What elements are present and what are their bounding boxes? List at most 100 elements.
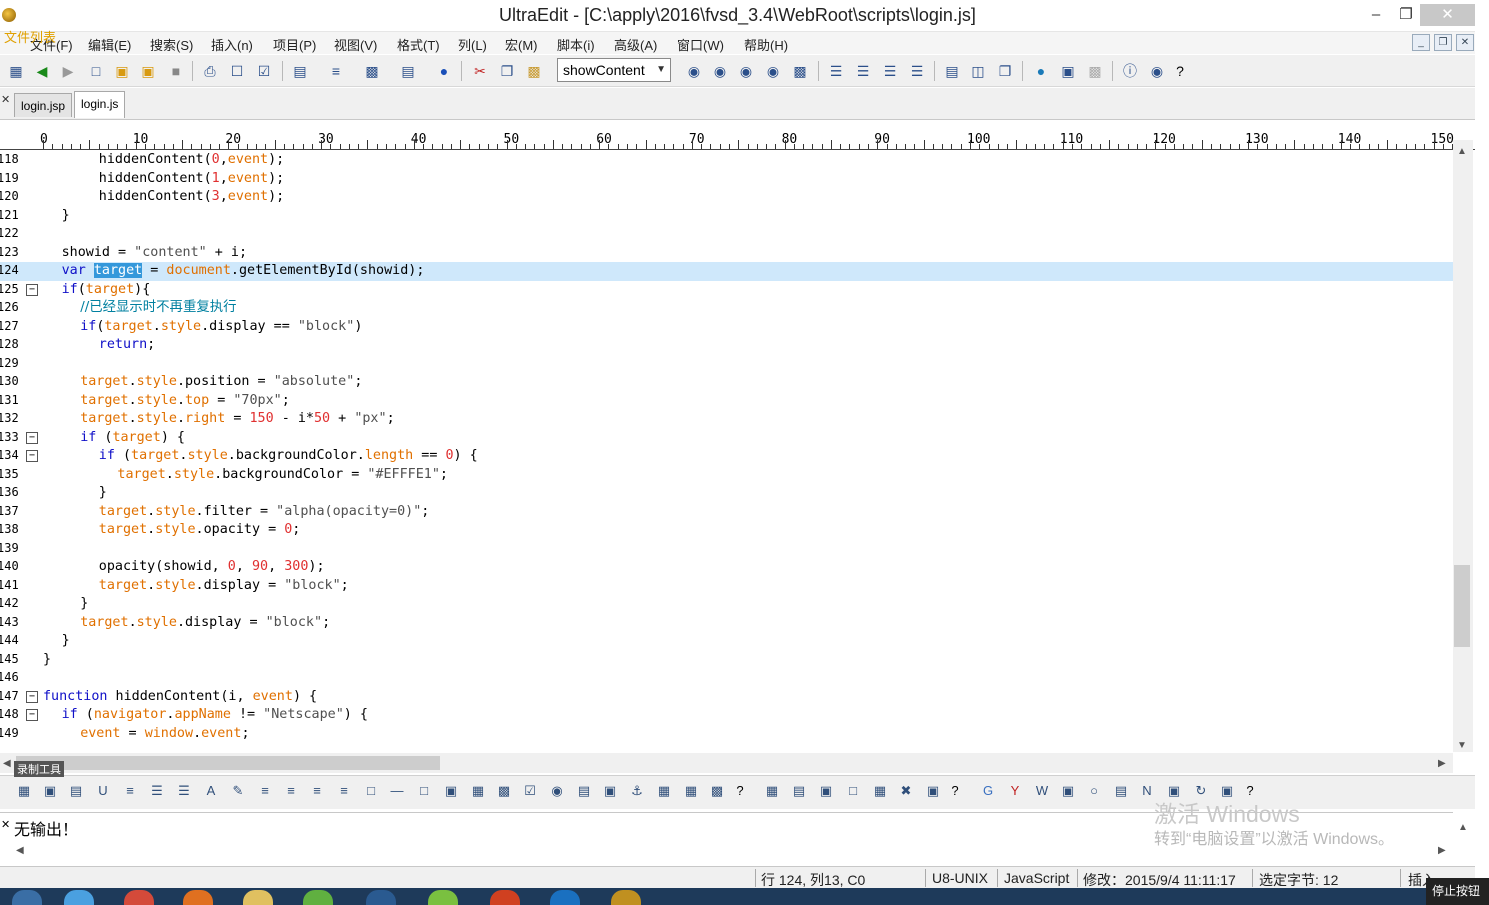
html-toolbar-icon[interactable]: W [1032,781,1052,801]
html-toolbar-icon[interactable]: ▩ [707,781,727,801]
html-toolbar-icon[interactable]: ▤ [789,781,809,801]
html-toolbar-icon[interactable]: ≡ [281,781,301,801]
html-toolbar-icon[interactable]: — [387,781,407,801]
code-text[interactable]: function hiddenContent(i, event) { [43,688,317,707]
restore-icon[interactable]: ❐ [1392,4,1420,26]
cut-icon[interactable]: ✂ [470,61,490,81]
stop-recording-button[interactable]: 停止按钮 [1426,878,1489,905]
code-text[interactable]: } [43,651,51,670]
code-text[interactable]: showid = "content" + i; [62,244,247,263]
tab-login-js[interactable]: login.js [74,91,126,118]
html-toolbar-icon[interactable]: ▣ [441,781,461,801]
split-vertical-icon[interactable]: ◫ [968,61,988,81]
code-line[interactable]: 127 if(target.style.display == "block") [0,318,1453,337]
open-folder-icon[interactable]: ▣ [138,61,158,81]
code-line[interactable]: 123 showid = "content" + i; [0,244,1453,263]
scroll-right-icon[interactable]: ▶ [1438,758,1446,769]
code-line[interactable]: 138 target.style.opacity = 0; [0,521,1453,540]
paste-icon[interactable]: ▩ [524,61,544,81]
hex-mode-icon[interactable]: ▩ [362,61,382,81]
html-toolbar-icon[interactable]: ▣ [816,781,836,801]
scroll-up-icon[interactable]: ▲ [1457,146,1467,157]
update-icon[interactable]: ◉ [1147,61,1167,81]
menu-edit[interactable]: 编辑(E) [88,35,131,54]
find-prev-icon[interactable]: ◉ [736,61,756,81]
html-toolbar-icon[interactable]: ≡ [334,781,354,801]
find-next-icon[interactable]: ◉ [710,61,730,81]
taskbar-ultraedit-icon[interactable] [611,890,641,905]
html-toolbar-icon[interactable]: ▦ [654,781,674,801]
code-text[interactable]: } [99,484,107,503]
code-line[interactable]: 133− if (target) { [0,429,1453,448]
back-icon[interactable]: ◀ [32,61,52,81]
browser-icon[interactable]: ● [1031,61,1051,81]
output-scroll-left-icon[interactable]: ◀ [16,845,24,856]
taskbar-explorer-icon[interactable] [243,890,273,905]
code-editor[interactable]: 118 hiddenContent(0,event); 119 hiddenConte… [0,151,1453,753]
tab-close-icon[interactable]: ✕ [1,93,10,106]
html-toolbar-icon[interactable]: □ [414,781,434,801]
html-toolbar-icon[interactable]: □ [843,781,863,801]
html-toolbar-icon[interactable]: ▦ [762,781,782,801]
html-toolbar-icon[interactable]: ▦ [14,781,34,801]
taskbar-k-icon[interactable] [550,890,580,905]
code-text[interactable]: target.style.position = "absolute"; [80,373,362,392]
html-toolbar-icon[interactable]: G [978,781,998,801]
code-line[interactable]: 129 [0,355,1453,374]
code-line[interactable]: 119 hiddenContent(1,event); [0,170,1453,189]
template-icon[interactable]: ▤ [398,61,418,81]
code-text[interactable]: return; [99,336,155,355]
html-toolbar-icon[interactable]: ≡ [307,781,327,801]
code-line[interactable]: 148− if (navigator.appName != "Netscape")… [0,706,1453,725]
code-line[interactable]: 145} [0,651,1453,670]
workspace-icon[interactable]: ▦ [6,61,26,81]
taskbar-ie-icon[interactable] [64,890,94,905]
html-toolbar-icon[interactable]: ▦ [681,781,701,801]
code-text[interactable]: event = window.event; [80,725,249,744]
close-icon[interactable]: ✕ [1420,4,1475,26]
align-right-icon[interactable]: ☰ [880,61,900,81]
menu-macro[interactable]: 宏(M) [505,35,538,54]
code-text[interactable]: target.style.backgroundColor = "#EFFFE1"… [117,466,448,485]
code-text[interactable]: if(target.style.display == "block") [80,318,362,337]
vertical-scrollbar[interactable] [1453,140,1473,752]
code-line[interactable]: 128 return; [0,336,1453,355]
code-line[interactable]: 132 target.style.right = 150 - i*50 + "px… [0,410,1453,429]
code-line[interactable]: 134− if (target.style.backgroundColor.len… [0,447,1453,466]
menu-format[interactable]: 格式(T) [397,35,440,54]
html-toolbar-icon[interactable]: ✖ [896,781,916,801]
taskbar-editor-icon[interactable] [366,890,396,905]
code-line[interactable]: 131 target.style.top = "70px"; [0,392,1453,411]
html-toolbar-icon[interactable]: ▦ [468,781,488,801]
new-file-icon[interactable]: □ [86,61,106,81]
output-scroll-right-icon[interactable]: ▶ [1438,845,1446,856]
ftp-icon[interactable]: ● [434,61,454,81]
find-in-files-icon[interactable]: ▩ [790,61,810,81]
doc-minimize-icon[interactable]: _ [1412,34,1430,51]
html-toolbar-icon[interactable]: ⚓ [627,781,647,801]
html-toolbar-icon[interactable]: ▣ [600,781,620,801]
scroll-left-icon[interactable]: ◀ [3,758,11,769]
menu-project[interactable]: 项目(P) [273,35,316,54]
fold-toggle-icon[interactable]: − [26,709,38,721]
code-line[interactable]: 147− function hiddenContent(i, event) { [0,688,1453,707]
code-line[interactable]: 137 target.style.filter = "alpha(opacity=… [0,503,1453,522]
help-icon[interactable]: ? [1170,61,1190,81]
forward-icon[interactable]: ▶ [58,61,78,81]
line-ending-encoding[interactable]: U8-UNIX [932,870,988,886]
function-list-select[interactable]: showContent ▼ [557,58,671,82]
print-preview-icon[interactable]: ☐ [227,61,247,81]
open-file-icon[interactable]: ▣ [112,61,132,81]
html-toolbar-icon[interactable]: ▩ [494,781,514,801]
code-line[interactable]: 144} [0,632,1453,651]
code-line[interactable]: 130 target.style.position = "absolute"; [0,373,1453,392]
html-toolbar-icon[interactable]: □ [361,781,381,801]
menu-view[interactable]: 视图(V) [334,35,377,54]
find-icon[interactable]: ◉ [684,61,704,81]
code-text[interactable]: if (navigator.appName != "Netscape") { [62,706,368,725]
split-horizontal-icon[interactable]: ▤ [942,61,962,81]
html-toolbar-icon[interactable]: ☰ [174,781,194,801]
code-text[interactable]: hiddenContent(1,event); [99,170,284,189]
code-text[interactable]: target.style.right = 150 - i*50 + "px"; [80,410,394,429]
doc-restore-icon[interactable]: ❐ [1434,34,1452,51]
